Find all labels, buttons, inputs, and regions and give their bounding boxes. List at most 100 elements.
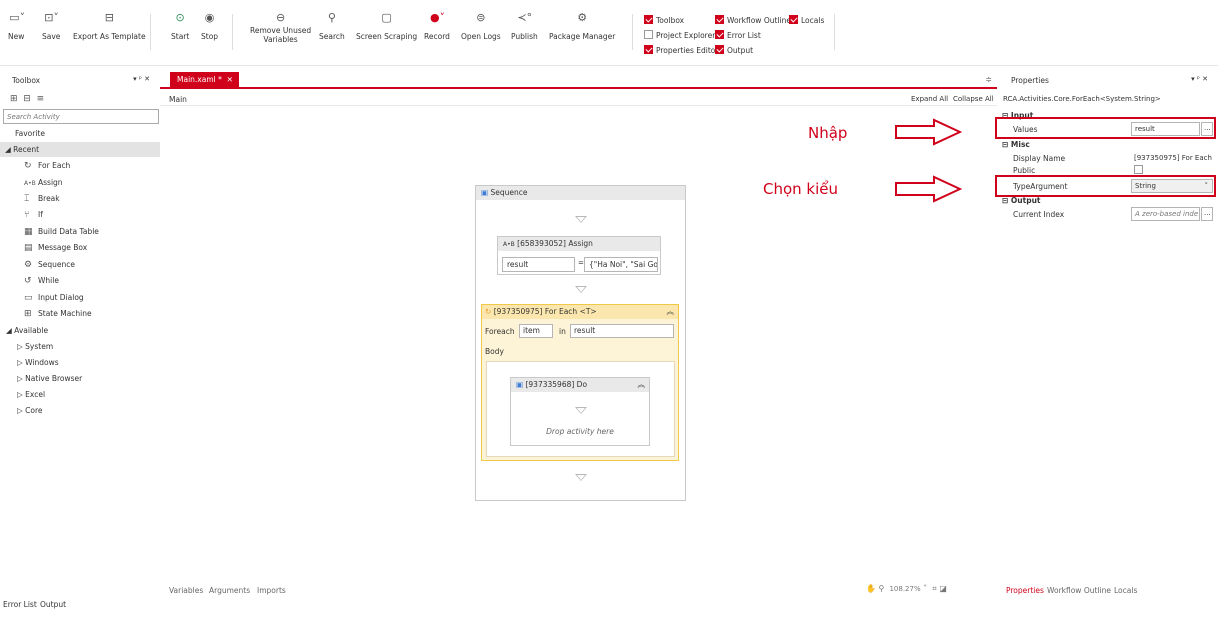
toolbox-item-input-dialog[interactable]: ▭ Input Dialog	[24, 293, 84, 303]
available-item-windows[interactable]: ▷ Windows	[17, 358, 59, 367]
list-view-icon[interactable]: ≡	[37, 94, 45, 104]
annotation-nhap: Nhập	[808, 124, 848, 142]
output-check-label: Output	[727, 46, 754, 55]
annotation-chon-kieu: Chọn kiểu	[763, 180, 839, 198]
output-section-header[interactable]: ⊟ Output	[1002, 196, 1041, 205]
assign-title: [658393052] Assign	[517, 239, 593, 248]
recent-category[interactable]: ◢ Recent	[0, 142, 160, 157]
locals-checkbox[interactable]: Locals	[789, 15, 824, 25]
expand-all-link[interactable]: Expand All	[911, 95, 948, 103]
screen-scraping-button[interactable]: ▢ Screen Scraping	[356, 12, 417, 42]
toolbox-item-label: If	[38, 210, 43, 219]
toolbox-item-build-data-table[interactable]: ▦ Build Data Table	[24, 227, 99, 237]
toolbox-item-while[interactable]: ↺ While	[24, 276, 59, 286]
assign-value-field[interactable]: {"Ha Noi", "Sai Gor	[584, 257, 658, 272]
display-name-value[interactable]: [937350975] For Each <	[1134, 154, 1214, 162]
workflow-outline-bottom-tab[interactable]: Workflow Outline	[1047, 586, 1111, 595]
assign-to-field[interactable]: result	[502, 257, 575, 272]
export-template-button[interactable]: ⊟ Export As Template	[73, 12, 146, 42]
new-button[interactable]: ▭˅ New	[8, 12, 25, 42]
foreach-item-field[interactable]: item	[519, 324, 553, 338]
zoom-level[interactable]: 108.27%	[889, 585, 920, 593]
assign-activity[interactable]: A•B [658393052] Assign result = {"Ha Noi…	[497, 236, 661, 275]
available-category[interactable]: ◢ Available	[6, 326, 48, 335]
zoom-icon[interactable]: ⚲	[879, 584, 885, 593]
assign-header[interactable]: A•B [658393052] Assign	[498, 237, 660, 251]
toolbox-item-sequence[interactable]: ⚙ Sequence	[24, 260, 75, 270]
toolbox-pin-close-icon[interactable]: ▾ ᵖ ✕	[133, 75, 150, 83]
collapse-chevron-icon[interactable]: ︽	[638, 379, 646, 390]
caret-right-icon: ▷	[17, 390, 23, 399]
save-button[interactable]: ⊡˅ Save	[42, 12, 60, 42]
sequence-activity[interactable]: ▣ Sequence A•B [658393052] Assign result…	[475, 185, 686, 501]
package-manager-button[interactable]: ⚙ Package Manager	[549, 12, 615, 42]
overview-icon[interactable]: ◪	[939, 584, 947, 593]
toolbox-checkbox[interactable]: Toolbox	[644, 15, 684, 25]
expand-all-icon[interactable]: ⊞	[10, 94, 18, 104]
available-item-native-browser[interactable]: ▷ Native Browser	[17, 374, 82, 383]
foreach-values-field[interactable]: result	[570, 324, 674, 338]
misc-section-header[interactable]: ⊟ Misc	[1002, 140, 1030, 149]
output-tab[interactable]: Output	[40, 600, 66, 609]
do-header[interactable]: ▣ [937335968] Do ︽	[511, 378, 649, 392]
properties-pin-close-icon[interactable]: ▾ ᵖ ✕	[1191, 75, 1208, 83]
public-checkbox[interactable]	[1134, 165, 1143, 174]
properties-title: Properties	[1011, 76, 1049, 85]
foreach-header[interactable]: ↻ [937350975] For Each <T> ︽	[482, 305, 678, 319]
toolbox-item-for-each[interactable]: ↻ For Each	[24, 161, 70, 171]
available-item-core[interactable]: ▷ Core	[17, 406, 43, 415]
error-list-tab[interactable]: Error List	[3, 600, 37, 609]
project-explorer-checkbox[interactable]: Project Explorer	[644, 30, 715, 40]
start-button[interactable]: ⊙ Start	[171, 11, 189, 42]
fit-to-screen-icon[interactable]: ⌗	[932, 584, 937, 593]
ribbon-separator	[834, 14, 835, 50]
chevron-down-icon[interactable]: ˅	[923, 584, 927, 593]
arguments-tab[interactable]: Arguments	[209, 586, 250, 595]
tab-overflow-icon[interactable]: ≑	[985, 75, 992, 84]
toolbox-item-if[interactable]: ⑂ If	[24, 210, 43, 220]
collapse-chevron-icon[interactable]: ︽	[667, 306, 675, 317]
search-label: Search	[319, 32, 345, 41]
stop-button[interactable]: ◉ Stop	[201, 12, 218, 42]
toolbox-item-break[interactable]: ⌶ Break	[24, 194, 60, 204]
available-item-excel[interactable]: ▷ Excel	[17, 390, 45, 399]
publish-icon: ≺°	[517, 11, 533, 24]
checkbox-checked-icon	[644, 15, 653, 24]
output-checkbox[interactable]: Output	[715, 45, 753, 55]
breadcrumb[interactable]: Main	[169, 95, 187, 104]
open-logs-button[interactable]: ⊜ Open Logs	[461, 12, 501, 42]
assign-icon: A•B	[503, 241, 515, 248]
tab-main-xaml[interactable]: Main.xaml * ✕	[170, 72, 239, 89]
collapse-all-link[interactable]: Collapse All	[953, 95, 994, 103]
remove-unused-label-2: Variables	[263, 35, 298, 44]
imports-tab[interactable]: Imports	[257, 586, 286, 595]
foreach-activity[interactable]: ↻ [937350975] For Each <T> ︽ Foreach ite…	[481, 304, 679, 461]
close-icon[interactable]: ✕	[227, 75, 233, 84]
properties-bottom-tab[interactable]: Properties	[1006, 586, 1044, 595]
toolbox-item-label: Input Dialog	[38, 293, 84, 302]
toolbox-panel: Toolbox ▾ ᵖ ✕ ⊞ ⊟ ≡ Favorite ◢ Recent ↻ F…	[0, 72, 160, 597]
properties-editor-checkbox[interactable]: Properties Editor	[644, 45, 718, 55]
error-list-checkbox[interactable]: Error List	[715, 30, 761, 40]
favorite-category[interactable]: Favorite	[15, 129, 45, 138]
ribbon-toolbar: ▭˅ New ⊡˅ Save ⊟ Export As Template ⊙ St…	[0, 0, 1218, 66]
toolbox-item-message-box[interactable]: ▤ Message Box	[24, 243, 87, 253]
publish-button[interactable]: ≺° Publish	[511, 11, 538, 42]
toolbox-item-state-machine[interactable]: ⊞ State Machine	[24, 309, 92, 319]
sequence-header[interactable]: ▣ Sequence	[476, 186, 685, 200]
collapse-all-icon[interactable]: ⊟	[23, 94, 31, 104]
toolbox-item-assign[interactable]: A•B Assign	[24, 178, 63, 187]
search-button[interactable]: ⚲ Search	[319, 12, 345, 42]
variables-tab[interactable]: Variables	[169, 586, 203, 595]
do-activity[interactable]: ▣ [937335968] Do ︽ Drop activity here	[510, 377, 650, 446]
locals-bottom-tab[interactable]: Locals	[1114, 586, 1137, 595]
workflow-outline-checkbox[interactable]: Workflow Outline	[715, 15, 791, 25]
hand-icon[interactable]: ✋	[866, 584, 876, 593]
search-activity-input[interactable]	[3, 109, 159, 124]
remove-unused-variables-button[interactable]: ⊖ Remove Unused Variables	[250, 12, 311, 45]
available-item-system[interactable]: ▷ System	[17, 342, 53, 351]
play-icon: ⊙	[175, 11, 185, 24]
record-button[interactable]: ●˅ Record	[424, 12, 450, 42]
current-index-ellipsis-button[interactable]: ...	[1201, 207, 1213, 221]
current-index-input[interactable]: A zero-based inde	[1131, 207, 1200, 221]
